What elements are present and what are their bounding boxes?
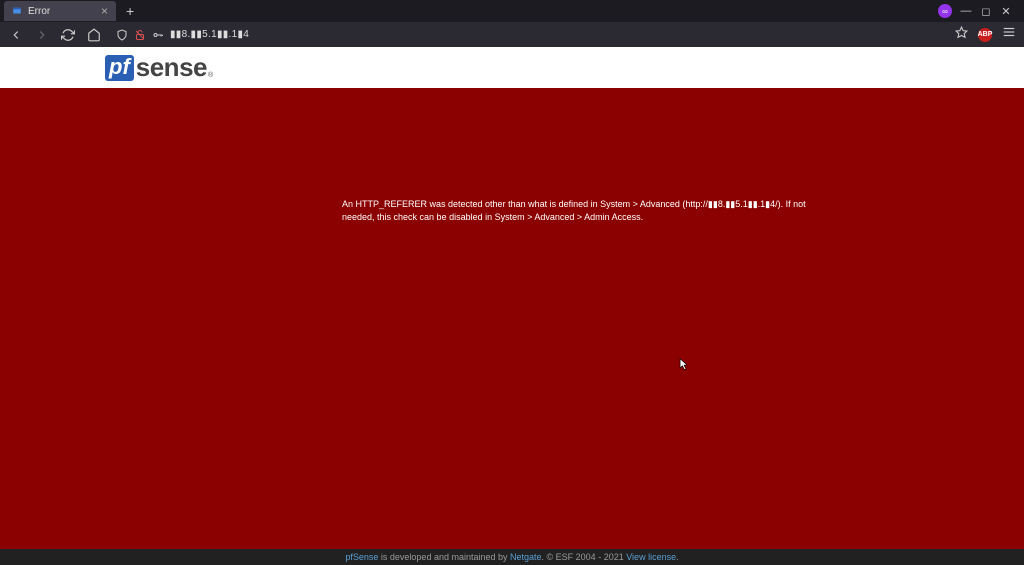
window-controls: ∞ — ◻ ✕ — [938, 4, 1020, 18]
footer-pfsense-link[interactable]: pfSense — [345, 552, 378, 562]
footer-dot: . — [676, 552, 679, 562]
lock-insecure-icon — [134, 29, 146, 41]
browser-tab[interactable]: Error × — [4, 1, 116, 21]
window-maximize-button[interactable]: ◻ — [980, 5, 992, 18]
app-menu-button[interactable] — [1002, 25, 1016, 44]
browser-nav-bar: ▮▮8.▮▮5.1▮▮.1▮4 ABP — [0, 22, 1024, 47]
address-bar[interactable]: ▮▮8.▮▮5.1▮▮.1▮4 — [112, 29, 945, 41]
footer-copyright: . © ESF 2004 - 2021 — [542, 552, 627, 562]
window-minimize-button[interactable]: — — [960, 5, 972, 17]
nav-back-button[interactable] — [8, 27, 24, 43]
nav-reload-button[interactable] — [60, 27, 76, 43]
tab-favicon-icon — [12, 6, 22, 16]
page-content: pf sense ® An HTTP_REFERER was detected … — [0, 47, 1024, 565]
logo-pf-mark: pf — [105, 55, 134, 81]
pfsense-logo[interactable]: pf sense ® — [105, 52, 213, 83]
error-body: An HTTP_REFERER was detected other than … — [0, 88, 1024, 549]
footer-license-link[interactable]: View license — [626, 552, 676, 562]
logo-sense-text: sense — [136, 52, 207, 83]
browser-tab-bar: Error × + ∞ — ◻ ✕ — [0, 0, 1024, 22]
tab-title: Error — [28, 6, 95, 17]
adblock-badge-icon[interactable]: ABP — [978, 28, 992, 42]
shield-icon — [116, 29, 128, 41]
nav-home-button[interactable] — [86, 27, 102, 43]
nav-forward-button[interactable] — [34, 27, 50, 43]
new-tab-button[interactable]: + — [116, 4, 144, 18]
footer-netgate-link[interactable]: Netgate — [510, 552, 542, 562]
nav-right-controls: ABP — [955, 25, 1016, 44]
window-close-button[interactable]: ✕ — [1000, 5, 1012, 18]
footer-text-1: is developed and maintained by — [378, 552, 510, 562]
bookmark-star-icon[interactable] — [955, 26, 968, 44]
tab-close-button[interactable]: × — [101, 5, 108, 17]
error-message: An HTTP_REFERER was detected other than … — [342, 198, 812, 223]
logo-registered-icon: ® — [208, 72, 213, 79]
address-text: ▮▮8.▮▮5.1▮▮.1▮4 — [170, 29, 249, 40]
pfsense-header: pf sense ® — [0, 47, 1024, 88]
page-footer: pfSense is developed and maintained by N… — [0, 549, 1024, 565]
key-icon — [152, 29, 164, 41]
account-badge-icon[interactable]: ∞ — [938, 4, 952, 18]
